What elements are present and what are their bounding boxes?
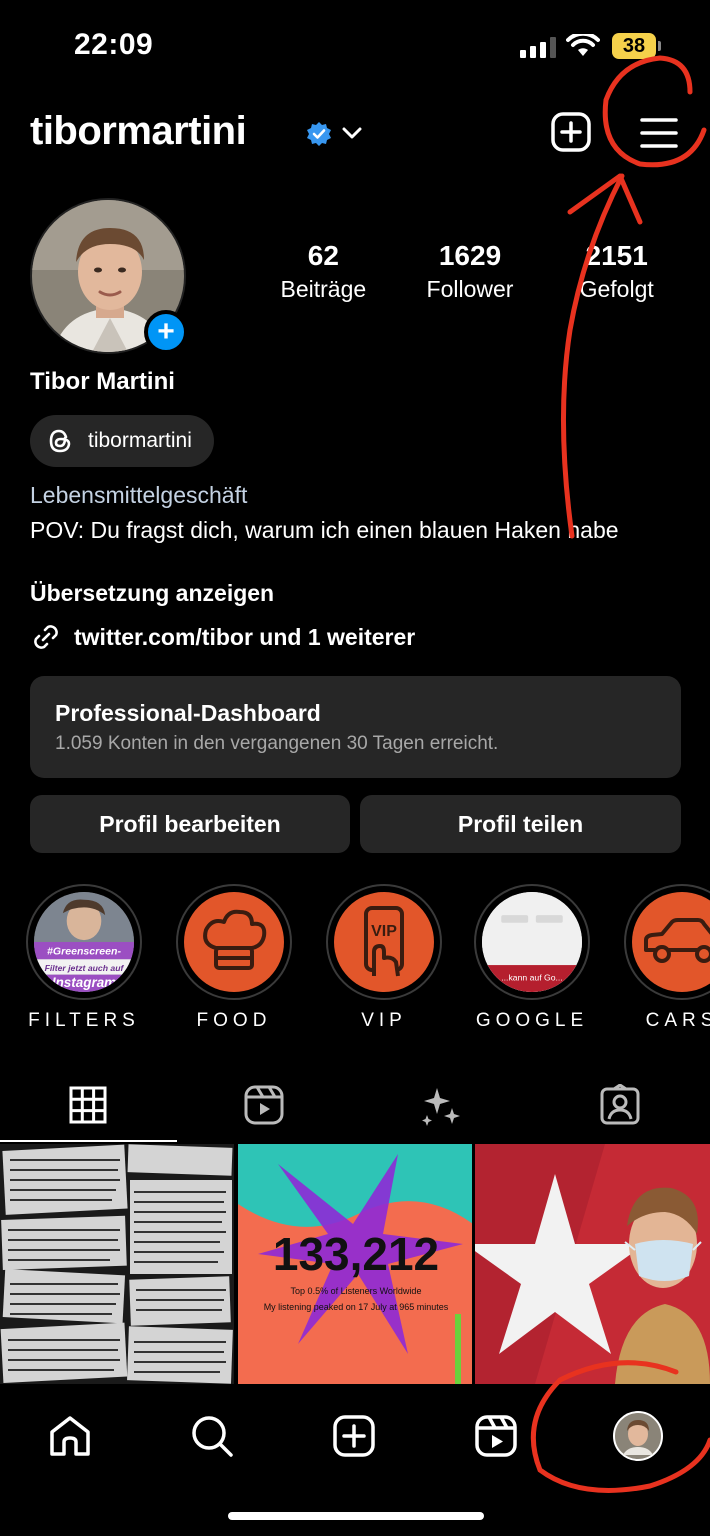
link-text: twitter.com/tibor und 1 weiterer — [74, 623, 416, 650]
reels-icon — [244, 1085, 284, 1125]
highlight-label: VIP — [361, 1010, 407, 1031]
status-time: 22:09 — [74, 28, 154, 61]
highlight-label: CARS — [645, 1010, 710, 1031]
post-thumbnail[interactable] — [0, 1144, 235, 1384]
stat-label: Follower — [426, 276, 514, 302]
search-icon — [192, 1416, 233, 1457]
add-story-button[interactable]: + — [144, 310, 188, 354]
stat-label: Beiträge — [280, 276, 367, 302]
highlight-label: FILTERS — [28, 1010, 140, 1031]
home-icon — [50, 1416, 90, 1456]
chef-hat-icon — [203, 909, 267, 970]
highlight-cover: #Greenscreen- Filter jetzt auch auf Inst… — [34, 892, 134, 992]
reels-icon — [475, 1415, 517, 1457]
posts-grid: 133,212 Top 0.5% of Listeners Worldwide … — [0, 1144, 710, 1384]
vip-icon-text: VIP — [371, 923, 397, 940]
stat-following[interactable]: 2151 Gefolgt — [543, 240, 690, 303]
full-name: Tibor Martini — [30, 368, 175, 395]
highlight-label: GOOGLE — [475, 1010, 589, 1031]
stat-followers[interactable]: 1629 Follower — [397, 240, 544, 303]
car-icon — [644, 918, 710, 963]
tab-tagged[interactable] — [590, 1080, 650, 1130]
post-image-listening-stats: 133,212 Top 0.5% of Listeners Worldwide … — [237, 1144, 473, 1384]
home-indicator — [228, 1512, 484, 1520]
post-thumbnail[interactable]: 133,212 Top 0.5% of Listeners Worldwide … — [237, 1144, 473, 1384]
hamburger-menu-icon[interactable] — [640, 117, 678, 149]
nav-profile[interactable] — [608, 1406, 668, 1466]
highlight-cover-line-2: Filter jetzt auch auf — [45, 963, 125, 973]
cellular-signal-icon — [520, 36, 556, 58]
post-stat-value: 133,212 — [273, 1228, 439, 1280]
nav-reels[interactable] — [466, 1406, 526, 1466]
profile-avatar-icon — [613, 1411, 663, 1461]
battery-level: 38 — [622, 34, 646, 57]
verified-badge-icon — [307, 122, 331, 146]
status-bar: 22:09 38 — [0, 0, 710, 90]
highlight-cover-line: ...kann auf Go... — [501, 972, 562, 982]
highlight-cover — [184, 892, 284, 992]
professional-dashboard-card[interactable]: Professional-Dashboard 1.059 Konten in d… — [30, 676, 681, 778]
post-image-text-collage — [0, 1144, 234, 1384]
profile-stats: 62 Beiträge 1629 Follower 2151 Gefolgt — [250, 240, 690, 303]
threads-handle: tibormartini — [88, 429, 192, 452]
stat-posts[interactable]: 62 Beiträge — [250, 240, 397, 303]
highlight-cover-line-1: #Greenscreen- — [47, 946, 121, 958]
highlight-filters[interactable]: #Greenscreen- Filter jetzt auch auf Inst… — [24, 884, 144, 1032]
highlight-cars[interactable]: CARS — [622, 884, 710, 1032]
tab-ai-content[interactable] — [410, 1080, 470, 1130]
highlight-food[interactable]: FOOD — [174, 884, 294, 1032]
stat-value: 1629 — [438, 240, 502, 271]
dashboard-subtitle: 1.059 Konten in den vergangenen 30 Tagen… — [55, 733, 499, 754]
chevron-down-icon[interactable] — [340, 123, 364, 143]
active-tab-indicator — [0, 1140, 177, 1142]
profile-avatar[interactable]: + — [30, 198, 188, 354]
post-stat-line-1: Top 0.5% of Listeners Worldwide — [290, 1286, 421, 1296]
username[interactable]: tibormartini — [30, 109, 247, 154]
create-icon — [333, 1415, 375, 1457]
highlight-cover: ...kann auf Go... — [482, 892, 582, 992]
wifi-icon — [566, 34, 600, 56]
story-highlights: #Greenscreen- Filter jetzt auch auf Inst… — [0, 884, 710, 1034]
highlight-google[interactable]: ...kann auf Go... GOOGLE — [472, 884, 592, 1032]
profile-bio: POV: Du fragst dich, warum ich einen bla… — [30, 517, 619, 543]
highlight-cover-line-3: Instagram — [52, 975, 116, 990]
threads-icon — [49, 429, 71, 453]
bottom-navigation — [0, 1388, 710, 1536]
nav-create[interactable] — [324, 1406, 384, 1466]
highlight-vip[interactable]: VIP VIP — [324, 884, 444, 1032]
vip-phone-icon: VIP — [364, 906, 404, 977]
threads-badge[interactable]: tibormartini — [30, 415, 214, 467]
profile-category: Lebensmittelgeschäft — [30, 482, 248, 508]
sparkles-icon — [422, 1088, 460, 1126]
stat-value: 62 — [307, 240, 339, 271]
tab-reels[interactable] — [234, 1080, 294, 1130]
edit-profile-button[interactable]: Profil bearbeiten — [30, 795, 350, 853]
nav-search[interactable] — [182, 1406, 242, 1466]
post-thumbnail[interactable] — [475, 1144, 710, 1384]
highlight-cover: VIP — [334, 892, 434, 992]
post-stat-line-2: My listening peaked on 17 July at 965 mi… — [263, 1302, 448, 1312]
battery-icon: 38 — [612, 33, 661, 59]
post-image-selfie — [475, 1144, 710, 1384]
share-profile-button[interactable]: Profil teilen — [360, 795, 681, 853]
link-icon — [34, 625, 58, 649]
profile-links[interactable]: twitter.com/tibor und 1 weiterer — [30, 621, 415, 653]
dashboard-title: Professional-Dashboard — [55, 700, 321, 726]
stat-value: 2151 — [585, 240, 648, 271]
highlight-cover — [632, 892, 710, 992]
create-post-icon[interactable] — [550, 111, 592, 153]
nav-home[interactable] — [40, 1406, 100, 1466]
grid-icon — [69, 1086, 107, 1124]
tagged-person-icon — [600, 1084, 640, 1125]
highlight-label: FOOD — [196, 1010, 272, 1031]
profile-header: tibormartini — [30, 105, 690, 161]
translate-link[interactable]: Übersetzung anzeigen — [30, 580, 274, 607]
tab-posts-grid[interactable] — [58, 1080, 118, 1130]
stat-label: Gefolgt — [579, 276, 654, 302]
profile-tabs — [0, 1068, 710, 1142]
